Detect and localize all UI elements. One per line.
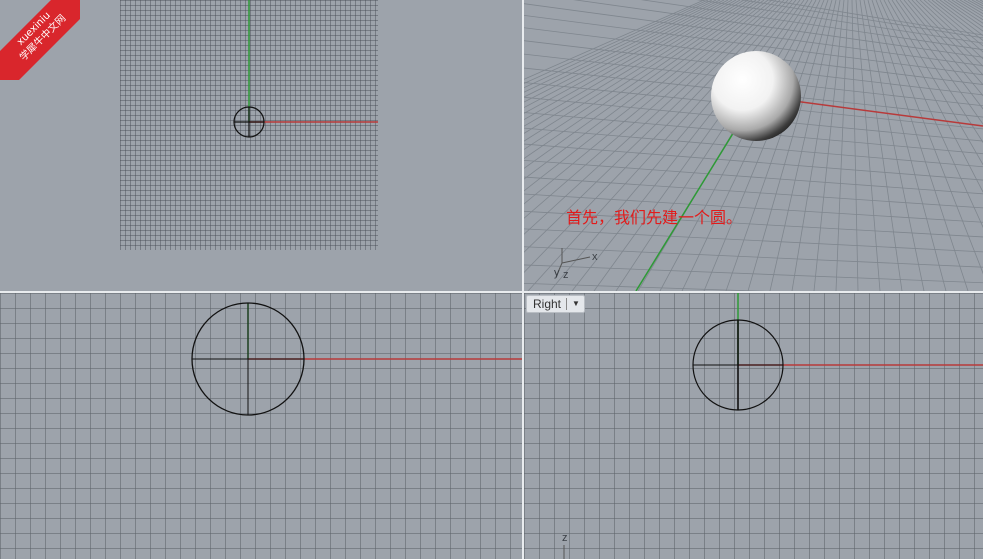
axis-label-z: z (563, 269, 569, 281)
tutorial-caption: 首先，我们先建一个圆。 (566, 208, 743, 227)
watermark-line2: 学犀牛中文网 (18, 13, 69, 64)
grid-line (524, 0, 733, 114)
grid-line (975, 0, 983, 5)
grid-line (943, 0, 983, 28)
watermark-ribbon: xuexiniu 学犀牛中文网 (0, 0, 80, 80)
front-viewport-canvas (191, 302, 522, 416)
grid-line (659, 0, 817, 291)
grid-line (524, 160, 983, 195)
viewport-divider-horizontal[interactable] (0, 291, 983, 293)
grid-line (769, 0, 837, 291)
grid-line (527, 0, 793, 291)
grid-line (959, 0, 983, 15)
grid-line (524, 0, 789, 274)
grid-line (524, 282, 767, 291)
grid-line (835, 0, 849, 291)
grid-line (524, 0, 717, 93)
dropdown-arrow-icon[interactable]: ▼ (572, 296, 580, 312)
grid-line (524, 0, 757, 159)
perspective-viewport-canvas: x y z (524, 0, 983, 291)
axis-label-z: z (562, 532, 568, 544)
grid-line (524, 0, 725, 103)
grid-line (747, 0, 833, 291)
grid-line (951, 0, 983, 21)
front-viewport[interactable] (0, 293, 522, 559)
grid-line (855, 0, 881, 291)
grid-line (851, 0, 859, 291)
grid-line (867, 0, 947, 291)
grid-line (524, 143, 983, 181)
watermark-band: xuexiniu 学犀牛中文网 (0, 0, 80, 80)
viewport-title-tab[interactable]: Right ▼ (526, 295, 585, 313)
grid-line (927, 0, 983, 47)
viewport-title-label: Right (533, 297, 562, 311)
right-viewport[interactable]: z Right ▼ (524, 293, 983, 559)
tab-separator (566, 298, 568, 310)
perspective-viewport[interactable]: x y z 首先，我们先建一个圆。 (524, 0, 983, 291)
grid-line (524, 0, 721, 98)
viewport-divider-vertical[interactable] (522, 0, 524, 559)
perspective-grid (524, 0, 983, 291)
axis-label-y: y (554, 267, 560, 279)
grid-line (524, 264, 983, 284)
sphere-object[interactable] (711, 51, 801, 141)
grid-line (703, 0, 825, 291)
axis-indicator-x (561, 256, 591, 264)
grid-line (891, 0, 983, 144)
grid-line (524, 0, 749, 142)
grid-line (549, 0, 797, 291)
axis-label-x: x (592, 251, 598, 263)
grid-line (887, 0, 983, 166)
right-viewport-canvas: z (562, 293, 983, 559)
